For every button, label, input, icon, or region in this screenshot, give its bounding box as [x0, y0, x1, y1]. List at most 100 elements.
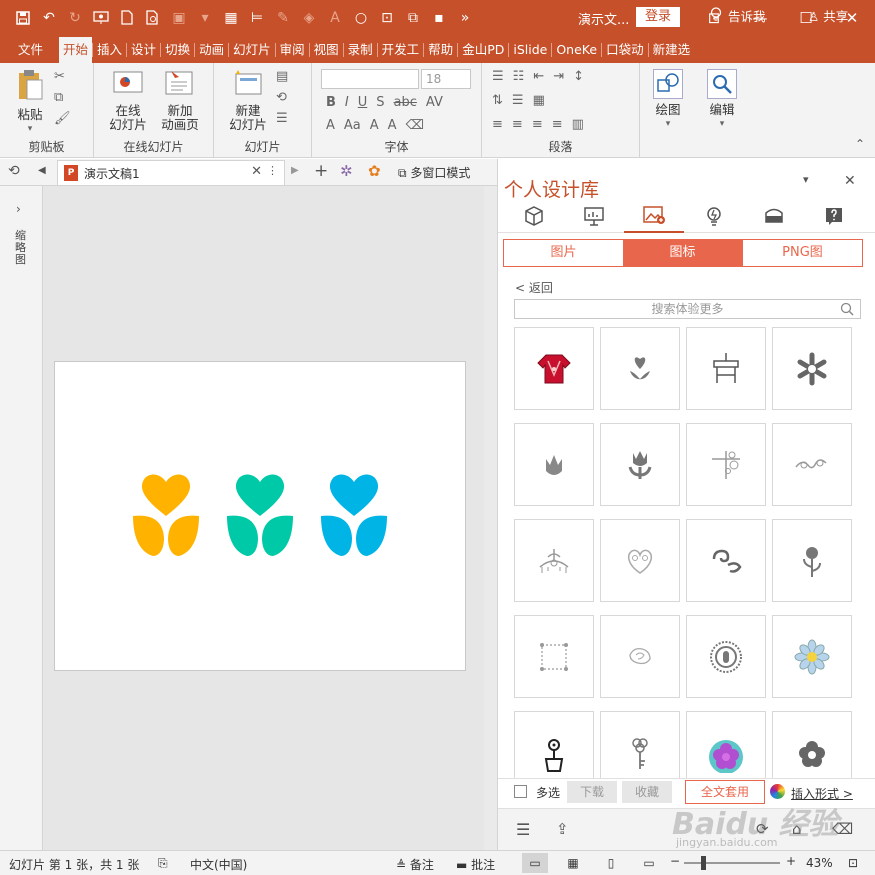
magic-icon[interactable]: ✲ [340, 162, 353, 180]
arrange-icon[interactable]: ⧉ [400, 5, 426, 31]
eyedropper-icon[interactable]: ✎ [270, 5, 296, 31]
reset-icon[interactable]: ⟲ [276, 90, 288, 105]
shadow-icon[interactable]: S [376, 95, 384, 110]
font-name-combo[interactable] [321, 69, 419, 89]
tell-me-search[interactable]: 告诉我 [710, 6, 766, 25]
comments-button[interactable]: ▬ 批注 [456, 856, 495, 873]
crop-icon[interactable]: ⊡ [374, 5, 400, 31]
drawing-button[interactable]: 绘图 ▾ [648, 69, 688, 131]
icon-cell[interactable] [514, 327, 594, 410]
image-icon[interactable]: ▣ [166, 5, 192, 31]
download-button[interactable]: 下载 [567, 781, 617, 803]
collapse-ribbon-icon[interactable]: ⌃ [855, 137, 865, 151]
zoom-in-icon[interactable]: + [786, 854, 796, 868]
icon-cell[interactable] [514, 615, 594, 698]
align-text-icon[interactable]: ☰ [512, 93, 524, 108]
tulip-heart-icon[interactable] [227, 474, 293, 556]
layout-icon[interactable]: ▤ [276, 69, 288, 84]
spellcheck-icon[interactable]: ⎘ [158, 856, 168, 871]
undo-icon[interactable]: ↶ [36, 5, 62, 31]
zoom-slider[interactable] [684, 862, 780, 864]
upload-icon[interactable]: ⇪ [556, 820, 569, 838]
zoom-level[interactable]: 43% [806, 856, 833, 870]
font-color-icon[interactable]: A [322, 5, 348, 31]
icon-cell[interactable] [772, 327, 852, 410]
tab-slideshow[interactable]: 幻灯片 [229, 37, 275, 63]
panel-close-icon[interactable]: ✕ [844, 173, 856, 189]
increase-indent-icon[interactable]: ⇥ [553, 69, 564, 84]
presentation-icon[interactable] [564, 199, 624, 233]
reading-view-icon[interactable]: ▯ [598, 853, 624, 873]
icon-search-input[interactable]: 搜索体验更多 [514, 299, 861, 319]
align-left-icon[interactable]: ≡ [492, 117, 503, 132]
collect-button[interactable]: 收藏 [622, 781, 672, 803]
icon-cell[interactable] [772, 615, 852, 698]
new-tab-icon[interactable]: + [314, 161, 328, 181]
icon-cell[interactable] [686, 615, 766, 698]
tab-pocket-animation[interactable]: 口袋动 [602, 37, 648, 63]
search-icon[interactable] [840, 302, 854, 321]
icon-cell[interactable] [686, 423, 766, 506]
font-color-icon[interactable]: A [326, 118, 335, 133]
history-icon[interactable]: ⟲ [8, 163, 20, 179]
icon-cell[interactable] [772, 711, 852, 781]
menu-icon[interactable]: ☰ [516, 820, 530, 839]
tab-new-options[interactable]: 新建选 [649, 37, 695, 63]
multi-select-checkbox[interactable] [514, 785, 527, 798]
login-button[interactable]: 登录 [636, 7, 680, 27]
scroll-left-icon[interactable]: ◀ [38, 165, 46, 176]
icon-cell[interactable] [686, 519, 766, 602]
align-right-icon[interactable]: ≡ [532, 117, 543, 132]
icon-cell[interactable] [514, 519, 594, 602]
zoom-out-icon[interactable]: − [670, 854, 680, 868]
tab-help[interactable]: 帮助 [424, 37, 457, 63]
tab-developer[interactable]: 开发工 [378, 37, 424, 63]
color-wheel-icon[interactable] [770, 784, 785, 799]
redo-icon[interactable]: ↻ [62, 5, 88, 31]
align-icon[interactable]: ⊨ [244, 5, 270, 31]
new-doc-icon[interactable] [114, 5, 140, 31]
tab-islide[interactable]: iSlide [509, 37, 551, 63]
icon-cell[interactable] [514, 423, 594, 506]
back-link[interactable]: < 返回 [515, 279, 553, 296]
language-label[interactable]: 中文(中国) [190, 856, 247, 873]
tab-review[interactable]: 审阅 [276, 37, 309, 63]
dropdown-icon[interactable]: ▾ [192, 5, 218, 31]
slide-sorter-icon[interactable]: ▦ [560, 853, 586, 873]
layer-icon[interactable]: ▪ [426, 5, 452, 31]
icon-cell[interactable] [600, 519, 680, 602]
tab-home[interactable]: 开始 [59, 37, 93, 63]
icon-cell[interactable] [686, 711, 766, 781]
icon-cell[interactable] [600, 327, 680, 410]
icon-cell[interactable] [772, 519, 852, 602]
panel-dropdown-icon[interactable]: ▾ [803, 173, 809, 186]
tulip-heart-icon[interactable] [321, 474, 387, 556]
icon-cell[interactable] [686, 327, 766, 410]
tab-design[interactable]: 设计 [127, 37, 160, 63]
icon-cell[interactable] [600, 711, 680, 781]
tab-animations[interactable]: 动画 [195, 37, 228, 63]
bullets-icon[interactable]: ☰ [492, 69, 504, 84]
new-animation-page-button[interactable]: 新加 动画页 [154, 69, 206, 132]
format-painter-icon[interactable]: 🖌 [54, 111, 71, 126]
cube-icon[interactable] [504, 199, 564, 233]
clear-format-icon[interactable]: ⌫ [406, 118, 424, 133]
slide[interactable] [54, 361, 466, 671]
fill-icon[interactable]: ◈ [296, 5, 322, 31]
new-slide-button[interactable]: 新建 幻灯片 [222, 69, 274, 132]
increase-font-icon[interactable]: A [370, 118, 379, 133]
font-size-combo[interactable]: 18 [421, 69, 471, 89]
close-tab-icon[interactable]: ✕ [251, 164, 262, 179]
tab-png[interactable]: PNG图 [742, 240, 862, 266]
expand-pane-icon[interactable]: › [16, 202, 21, 216]
image-library-icon[interactable] [624, 199, 684, 233]
smartart-icon[interactable]: ▦ [533, 93, 545, 108]
line-spacing-icon[interactable]: ↕ [573, 69, 584, 84]
zoom-slider-thumb[interactable] [701, 856, 706, 870]
storage-icon[interactable] [744, 199, 804, 233]
save-icon[interactable] [10, 5, 36, 31]
notes-button[interactable]: ≜ 备注 [396, 856, 434, 873]
vertical-scrollbar[interactable] [484, 186, 497, 850]
tab-transitions[interactable]: 切换 [161, 37, 194, 63]
tulip-heart-icon[interactable] [133, 474, 199, 556]
